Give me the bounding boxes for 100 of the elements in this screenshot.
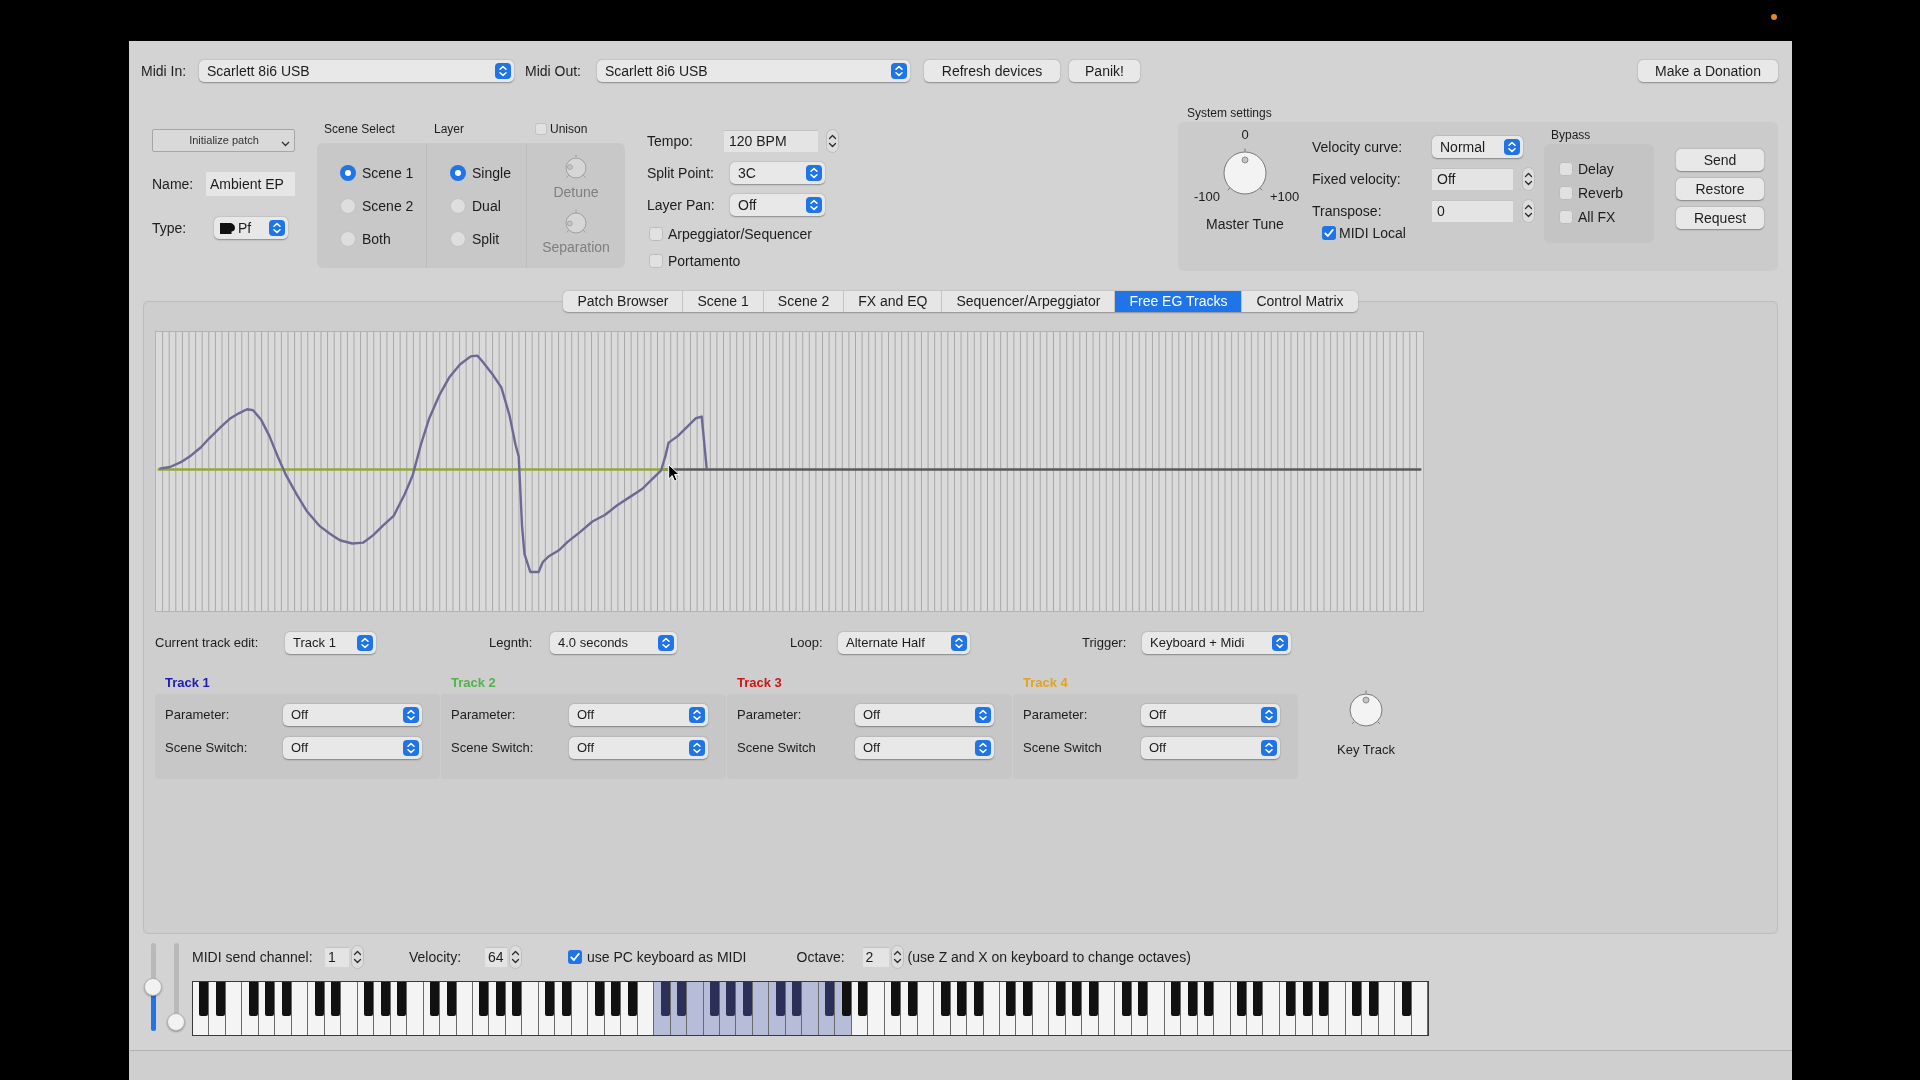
track-parameter-dropdown[interactable]: Off <box>1141 704 1280 726</box>
stepper-arrows-icon[interactable] <box>1522 199 1535 223</box>
number-field[interactable]: 1 <box>325 947 349 967</box>
piano-key[interactable] <box>489 982 506 1035</box>
track-setting-dropdown[interactable]: Alternate Half <box>838 632 970 654</box>
piano-key[interactable] <box>627 982 637 1016</box>
piano-key[interactable] <box>314 982 324 1016</box>
piano-key[interactable] <box>588 982 605 1035</box>
track-parameter-dropdown[interactable]: Off <box>1141 737 1280 759</box>
piano-key[interactable] <box>193 982 210 1035</box>
piano-key[interactable] <box>835 982 852 1035</box>
value-dropdown[interactable]: Normal <box>1432 136 1523 158</box>
piano-key[interactable] <box>594 982 604 1016</box>
tab[interactable]: FX and EQ <box>843 291 942 312</box>
track-parameter-dropdown[interactable]: Off <box>283 737 422 759</box>
action-button[interactable]: Request <box>1676 207 1764 229</box>
number-field[interactable]: Off <box>1432 168 1513 190</box>
stepper-arrows-icon[interactable] <box>351 945 364 969</box>
patch-menu-button[interactable]: Initialize patch <box>152 129 295 152</box>
piano-key[interactable] <box>621 982 638 1035</box>
checkbox[interactable] <box>1559 186 1573 200</box>
track-parameter-dropdown[interactable]: Off <box>855 737 994 759</box>
name-field[interactable]: Ambient EP <box>206 172 295 196</box>
tab[interactable]: Free EG Tracks <box>1114 291 1242 312</box>
tab[interactable]: Scene 2 <box>762 291 844 312</box>
piano-key[interactable] <box>1296 982 1313 1035</box>
checkbox[interactable] <box>568 950 582 964</box>
piano-key[interactable] <box>940 982 950 1016</box>
piano-key[interactable] <box>215 982 225 1016</box>
piano-key[interactable] <box>967 982 984 1035</box>
tab[interactable]: Control Matrix <box>1241 291 1358 312</box>
piano-key[interactable] <box>1302 982 1312 1016</box>
rotary-knob[interactable] <box>1346 690 1386 730</box>
piano-key[interactable] <box>1362 982 1379 1035</box>
piano-key[interactable] <box>1088 982 1098 1016</box>
piano-key[interactable] <box>1115 982 1132 1035</box>
piano-key[interactable] <box>973 982 983 1016</box>
checkbox[interactable] <box>535 123 547 135</box>
piano-key[interactable] <box>308 982 325 1035</box>
checkbox[interactable] <box>1559 162 1573 176</box>
stepper-arrows-icon[interactable] <box>509 945 522 969</box>
piano-key[interactable] <box>660 982 670 1016</box>
action-button[interactable]: Restore <box>1676 178 1764 200</box>
radio-button[interactable] <box>450 165 466 181</box>
track-setting-dropdown[interactable]: Track 1 <box>285 632 376 654</box>
number-field[interactable]: 0 <box>1432 200 1513 222</box>
piano-key[interactable] <box>736 982 753 1035</box>
piano-key[interactable] <box>775 982 785 1016</box>
checkbox[interactable] <box>649 254 663 268</box>
stepper-arrows-icon[interactable] <box>890 945 904 969</box>
radio-button[interactable] <box>450 231 466 247</box>
piano-key[interactable] <box>1187 982 1197 1016</box>
tab[interactable]: Patch Browser <box>563 291 683 312</box>
radio-button[interactable] <box>450 198 466 214</box>
piano-key[interactable] <box>275 982 292 1035</box>
piano-key[interactable] <box>769 982 786 1035</box>
piano-key[interactable] <box>1181 982 1198 1035</box>
piano-key[interactable] <box>841 982 851 1016</box>
tab[interactable]: Scene 1 <box>682 291 763 312</box>
piano-key[interactable] <box>440 982 457 1035</box>
track-setting-dropdown[interactable]: Keyboard + Midi <box>1142 632 1291 654</box>
piano-key[interactable] <box>1049 982 1066 1035</box>
track-setting-dropdown[interactable]: 4.0 seconds <box>550 632 677 654</box>
checkbox[interactable] <box>1322 226 1336 240</box>
piano-key[interactable] <box>1082 982 1099 1035</box>
number-field[interactable]: 2 <box>862 947 889 967</box>
checkbox[interactable] <box>649 227 663 241</box>
piano-key[interactable] <box>446 982 456 1016</box>
piano-key[interactable] <box>1368 982 1378 1016</box>
piano-key[interactable] <box>281 982 291 1016</box>
type-dropdown[interactable]: Pf <box>214 217 288 239</box>
track-parameter-dropdown[interactable]: Off <box>569 704 708 726</box>
slider-thumb[interactable] <box>144 978 162 996</box>
toolbar-button[interactable]: Panik! <box>1069 60 1140 82</box>
piano-key[interactable] <box>654 982 671 1035</box>
piano-key[interactable] <box>561 982 571 1016</box>
piano-key[interactable] <box>901 982 918 1035</box>
piano-key[interactable] <box>907 982 917 1016</box>
track-parameter-dropdown[interactable]: Off <box>283 704 422 726</box>
stepper-arrows-icon[interactable] <box>826 129 839 153</box>
piano-key[interactable] <box>555 982 572 1035</box>
radio-button[interactable] <box>340 231 356 247</box>
piano-key[interactable] <box>495 982 505 1016</box>
piano-key[interactable] <box>209 982 226 1035</box>
track-parameter-dropdown[interactable]: Off <box>855 704 994 726</box>
slider-thumb[interactable] <box>167 1013 185 1031</box>
value-dropdown[interactable]: Off <box>730 194 825 216</box>
value-dropdown[interactable]: 3C <box>730 162 825 184</box>
piano-key[interactable] <box>742 982 752 1016</box>
piano-key[interactable] <box>1022 982 1032 1016</box>
stepper-arrows-icon[interactable] <box>1522 167 1535 191</box>
piano-key[interactable] <box>1401 982 1411 1016</box>
piano-key[interactable] <box>1247 982 1264 1035</box>
radio-button[interactable] <box>340 165 356 181</box>
device-dropdown[interactable]: Scarlett 8i6 USB <box>199 60 514 82</box>
number-field[interactable]: 64 <box>485 947 507 967</box>
device-dropdown[interactable]: Scarlett 8i6 USB <box>597 60 910 82</box>
piano-key[interactable] <box>242 982 259 1035</box>
radio-button[interactable] <box>340 198 356 214</box>
piano-key[interactable] <box>1121 982 1131 1016</box>
